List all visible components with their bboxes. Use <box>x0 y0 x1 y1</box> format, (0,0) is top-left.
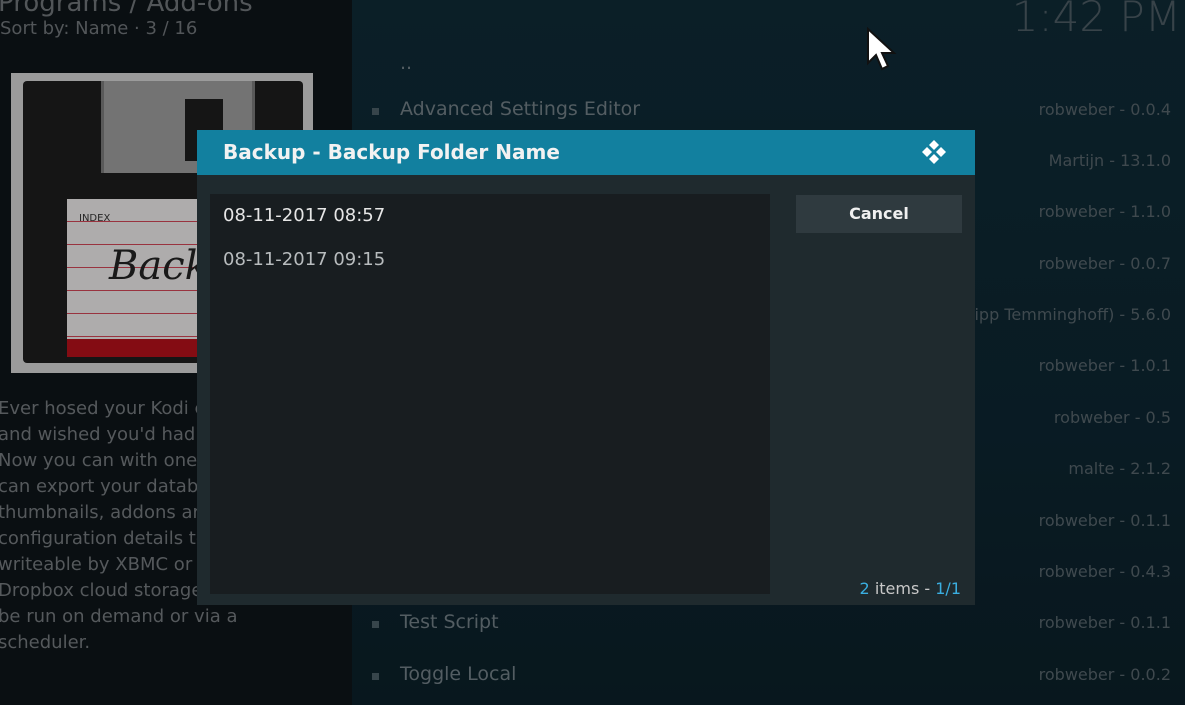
folder-list: 08-11-2017 08:57 08-11-2017 09:15 <box>210 194 770 594</box>
folder-select-dialog: Backup - Backup Folder Name 08-11-2017 0… <box>197 130 975 605</box>
folder-item[interactable]: 08-11-2017 08:57 <box>223 194 763 238</box>
cancel-button[interactable]: Cancel <box>796 195 962 233</box>
kodi-logo-icon <box>922 140 946 164</box>
page-indicator: 1/1 <box>935 579 961 598</box>
items-count-label: items - <box>869 579 936 598</box>
items-count: 2 items - 1/1 <box>860 579 961 598</box>
dialog-header: Backup - Backup Folder Name <box>197 130 975 175</box>
items-count-number: 2 <box>859 579 870 598</box>
folder-item[interactable]: 08-11-2017 09:15 <box>223 238 763 282</box>
mouse-pointer-icon <box>867 27 897 71</box>
dialog-title: Backup - Backup Folder Name <box>223 140 560 164</box>
